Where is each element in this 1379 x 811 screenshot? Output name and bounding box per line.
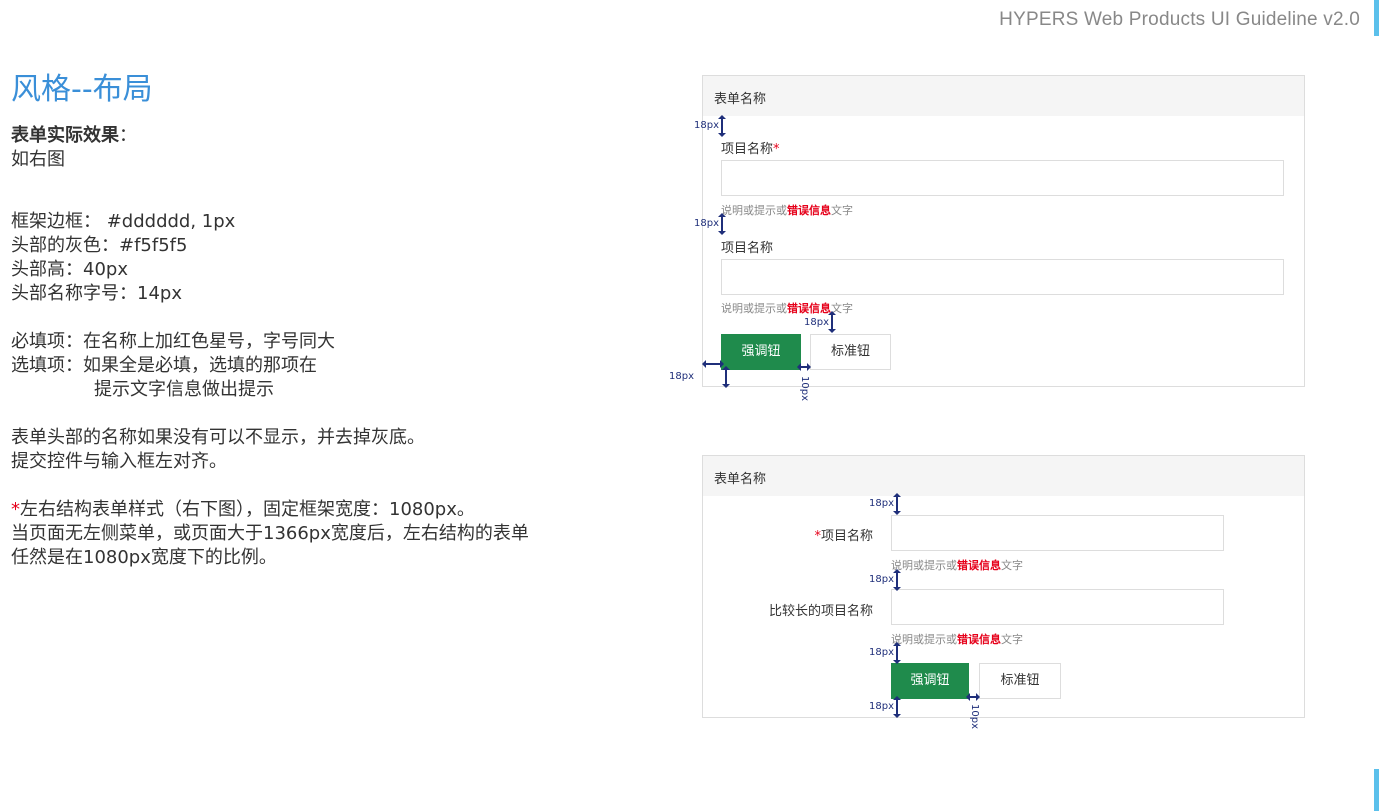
field2-input[interactable]	[891, 589, 1224, 625]
description-lr-line: *左右结构表单样式（右下图），固定框架宽度：1080px。	[11, 498, 631, 522]
description-required: 必填项：在名称上加红色星号，字号同大	[11, 331, 335, 352]
dim-label: 18px	[694, 218, 719, 229]
required-mark: *	[773, 142, 780, 157]
description-align: 提交控件与输入框左对齐。	[11, 451, 227, 472]
page-title: 风格--布局	[11, 72, 153, 107]
dim-label: 18px	[869, 574, 894, 585]
field2-label: 比较长的项目名称	[768, 604, 873, 619]
primary-button[interactable]: 强调钮	[891, 663, 969, 699]
form-header: 表单名称	[703, 456, 1304, 496]
field1-label: 项目名称*	[721, 142, 780, 157]
required-star: *	[11, 499, 20, 520]
dim-arrow	[828, 311, 836, 333]
dim-label: 18px	[694, 120, 719, 131]
field2-hint: 说明或提示或错误信息文字	[891, 633, 1023, 646]
dim-label: 18px	[669, 371, 694, 382]
field2-label: 项目名称	[721, 241, 774, 256]
description-optional-1: 选填项：如果全是必填，选填的那项在	[11, 355, 317, 376]
description-border: 框架边框： #dddddd, 1px	[11, 211, 236, 232]
dim-label: 18px	[869, 498, 894, 509]
dim-label: 18px	[869, 701, 894, 712]
primary-button[interactable]: 强调钮	[721, 334, 801, 370]
dim-label: 10px	[799, 376, 810, 401]
guideline-brand: HYPERS Web Products UI Guideline v2.0	[999, 9, 1360, 30]
dim-arrow	[718, 115, 726, 137]
form-title: 表单名称	[714, 92, 767, 107]
dim-label: 18px	[804, 317, 829, 328]
dim-arrow	[893, 696, 901, 718]
description-optional-2: 提示文字信息做出提示	[94, 379, 274, 400]
description-lr-3: 任然是在1080px宽度下的比例。	[11, 547, 277, 568]
dim-arrow	[893, 569, 901, 591]
description-panel: 表单实际效果： 如右图 框架边框： #dddddd, 1px 头部的灰色：#f5…	[11, 124, 631, 570]
default-button[interactable]: 标准钮	[810, 334, 891, 370]
dim-arrow	[966, 693, 980, 701]
description-head-color: 头部的灰色：#f5f5f5	[11, 235, 188, 256]
form-stacked-example: 表单名称 项目名称* 说明或提示或错误信息文字 项目名称 说明或提示或错误信息文…	[702, 75, 1305, 387]
description-heading: 表单实际效果	[11, 125, 119, 146]
accent-bar-top	[1374, 0, 1379, 36]
default-button[interactable]: 标准钮	[979, 663, 1061, 699]
form-horizontal-example: 表单名称 *项目名称 说明或提示或错误信息文字 比较长的项目名称 说明或提示或错…	[702, 455, 1305, 718]
description-heading-line: 表单实际效果：	[11, 124, 631, 148]
description-see: 如右图	[11, 149, 65, 170]
description-head-height: 头部高：40px	[11, 259, 128, 280]
dim-arrow	[718, 213, 726, 235]
dim-label: 18px	[869, 647, 894, 658]
description-head-hide: 表单头部的名称如果没有可以不显示，并去掉灰底。	[11, 427, 425, 448]
dim-arrow	[722, 366, 730, 388]
dim-label: 10px	[969, 704, 980, 729]
accent-bar-bottom	[1374, 769, 1379, 811]
description-heading-suffix: ：	[119, 125, 137, 146]
field1-label: *项目名称	[814, 529, 873, 544]
form-header: 表单名称	[703, 76, 1304, 116]
field1-input[interactable]	[721, 160, 1284, 196]
dim-arrow	[893, 493, 901, 515]
description-lr: 左右结构表单样式（右下图），固定框架宽度：1080px。	[20, 499, 475, 520]
dim-arrow	[797, 363, 811, 371]
form-title: 表单名称	[714, 472, 767, 487]
dim-arrow	[702, 360, 724, 368]
field2-input[interactable]	[721, 259, 1284, 295]
dim-arrow	[893, 642, 901, 664]
field1-hint: 说明或提示或错误信息文字	[891, 559, 1023, 572]
field1-hint: 说明或提示或错误信息文字	[721, 204, 853, 217]
description-lr-2: 当页面无左侧菜单，或页面大于1366px宽度后，左右结构的表单	[11, 523, 529, 544]
field1-input[interactable]	[891, 515, 1224, 551]
description-head-font: 头部名称字号：14px	[11, 283, 182, 304]
